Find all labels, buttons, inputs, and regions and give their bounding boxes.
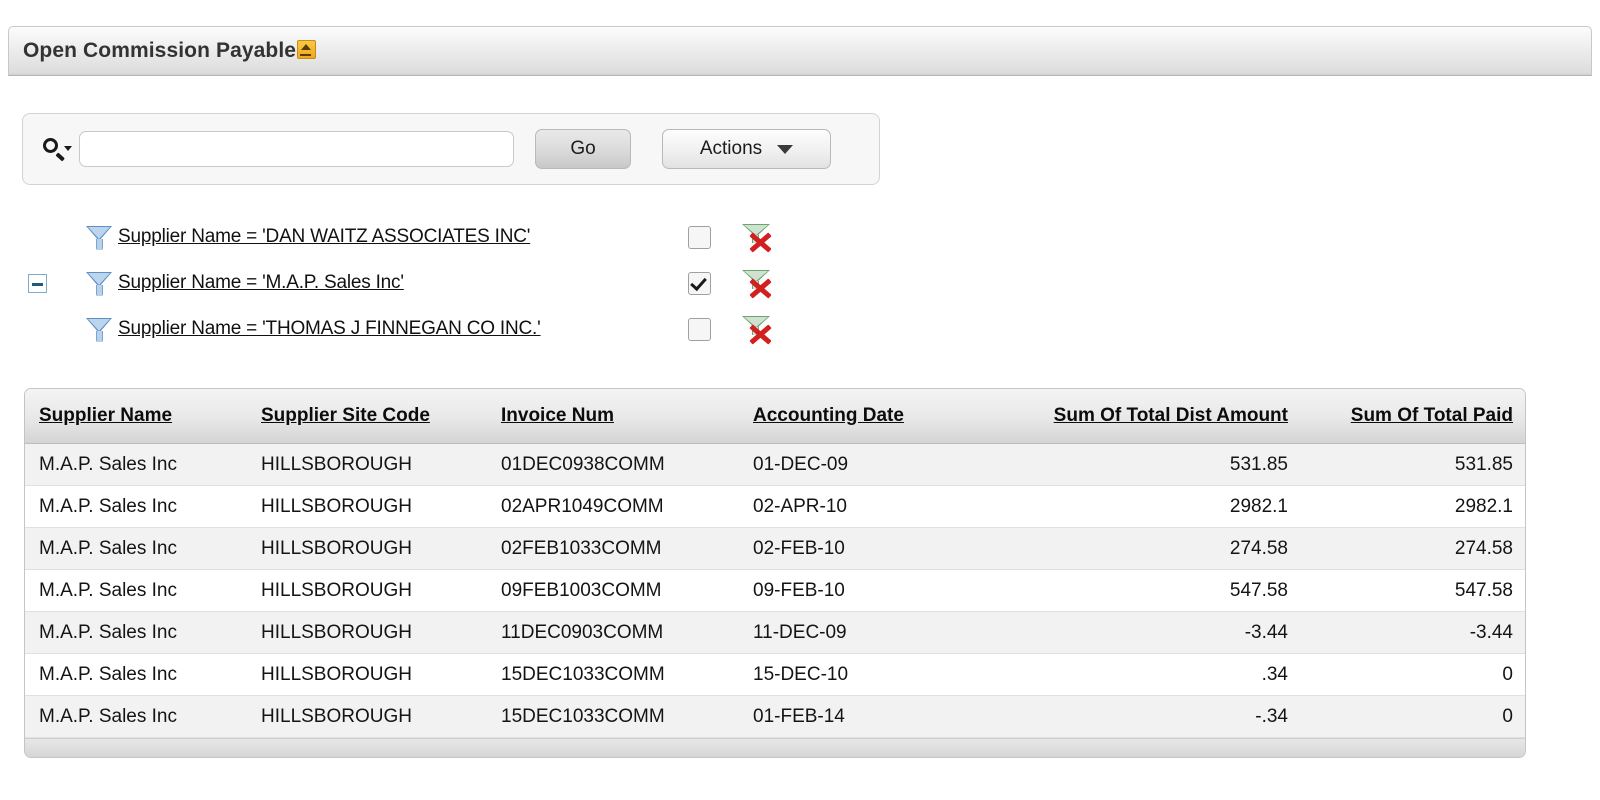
column-header-label: Invoice Num xyxy=(501,405,614,426)
table-cell: M.A.P. Sales Inc xyxy=(25,569,247,612)
report-table-container: Supplier Name Supplier Site Code Invoice N… xyxy=(24,388,1526,758)
column-header-1[interactable]: Supplier Site Code xyxy=(247,389,487,444)
table-cell: 09-FEB-10 xyxy=(739,569,982,612)
table-cell: 11DEC0903COMM xyxy=(487,611,739,654)
filter-label[interactable]: Supplier Name = 'DAN WAITZ ASSOCIATES IN… xyxy=(118,226,530,248)
filter-list: Supplier Name = 'DAN WAITZ ASSOCIATES IN… xyxy=(22,214,822,352)
table-cell: HILLSBOROUGH xyxy=(247,443,487,486)
filter-row: Supplier Name = 'THOMAS J FINNEGAN CO IN… xyxy=(22,306,822,352)
column-header-3[interactable]: Accounting Date xyxy=(739,389,982,444)
column-header-5[interactable]: Sum Of Total Paid xyxy=(1302,389,1525,444)
table-cell: 02-FEB-10 xyxy=(739,527,982,570)
filter-label[interactable]: Supplier Name = 'THOMAS J FINNEGAN CO IN… xyxy=(118,318,541,340)
table-cell: 01-FEB-14 xyxy=(739,695,982,738)
table-cell: 02-APR-10 xyxy=(739,485,982,528)
filter-enable-checkbox[interactable] xyxy=(688,317,711,341)
filter-row: Supplier Name = 'DAN WAITZ ASSOCIATES IN… xyxy=(22,214,822,260)
chevron-down-icon xyxy=(777,144,794,154)
table-cell: 0 xyxy=(1302,653,1525,696)
table-cell: HILLSBOROUGH xyxy=(247,485,487,528)
column-header-label: Sum Of Total Dist Amount xyxy=(1053,405,1288,426)
table-cell: HILLSBOROUGH xyxy=(247,653,487,696)
collapse-region-icon[interactable] xyxy=(297,40,317,59)
magnifier-circle xyxy=(43,138,58,153)
remove-filter-icon[interactable] xyxy=(740,313,774,345)
table-cell: -.34 xyxy=(982,695,1302,738)
table-cell: 2982.1 xyxy=(1302,485,1525,528)
table-cell: M.A.P. Sales Inc xyxy=(25,527,247,570)
table-row: M.A.P. Sales Inc HILLSBOROUGH 15DEC1033COM… xyxy=(25,695,1525,738)
filter-enable-checkbox[interactable] xyxy=(688,271,711,295)
go-button[interactable]: Go xyxy=(535,129,631,169)
remove-filter-icon[interactable] xyxy=(740,267,774,299)
table-cell: .34 xyxy=(982,653,1302,696)
table-cell: HILLSBOROUGH xyxy=(247,695,487,738)
column-header-label: Sum Of Total Paid xyxy=(1350,405,1513,426)
table-cell: 15-DEC-10 xyxy=(739,653,982,696)
expand-collapse-toggle[interactable] xyxy=(28,273,47,293)
remove-filter-icon[interactable] xyxy=(740,221,774,253)
actions-button-label: Actions xyxy=(699,138,763,159)
table-cell: 15DEC1033COMM xyxy=(487,653,739,696)
table-row: M.A.P. Sales Inc HILLSBOROUGH 02APR1049COM… xyxy=(25,485,1525,528)
table-cell: 547.58 xyxy=(1302,569,1525,612)
column-header-label: Supplier Site Code xyxy=(261,405,430,426)
actions-button[interactable]: Actions xyxy=(662,129,831,169)
column-header-label: Supplier Name xyxy=(39,405,173,426)
search-input[interactable] xyxy=(79,131,514,167)
table-cell: 01DEC0938COMM xyxy=(487,443,739,486)
funnel-icon xyxy=(84,268,114,298)
table-cell: 547.58 xyxy=(982,569,1302,612)
table-header-row: Supplier Name Supplier Site Code Invoice N… xyxy=(25,389,1525,444)
filter-enable-checkbox[interactable] xyxy=(688,225,711,249)
filter-row: Supplier Name = 'M.A.P. Sales Inc' xyxy=(22,260,822,306)
report-footer xyxy=(25,738,1525,757)
table-cell: -3.44 xyxy=(982,611,1302,654)
table-cell: M.A.P. Sales Inc xyxy=(25,653,247,696)
table-cell: 09FEB1003COMM xyxy=(487,569,739,612)
table-cell: 15DEC1033COMM xyxy=(487,695,739,738)
report-table: Supplier Name Supplier Site Code Invoice N… xyxy=(25,389,1525,738)
table-row: M.A.P. Sales Inc HILLSBOROUGH 02FEB1033COM… xyxy=(25,527,1525,570)
table-row: M.A.P. Sales Inc HILLSBOROUGH 09FEB1003COM… xyxy=(25,569,1525,612)
table-cell: M.A.P. Sales Inc xyxy=(25,443,247,486)
column-header-label: Accounting Date xyxy=(753,405,904,426)
table-cell: 531.85 xyxy=(982,443,1302,486)
table-cell: -3.44 xyxy=(1302,611,1525,654)
table-body: M.A.P. Sales Inc HILLSBOROUGH 01DEC0938COM… xyxy=(25,443,1525,738)
table-cell: 2982.1 xyxy=(982,485,1302,528)
table-row: M.A.P. Sales Inc HILLSBOROUGH 11DEC0903COM… xyxy=(25,611,1525,654)
table-cell: 01-DEC-09 xyxy=(739,443,982,486)
table-cell: 274.58 xyxy=(1302,527,1525,570)
magnifier-handle xyxy=(55,152,65,162)
table-cell: 11-DEC-09 xyxy=(739,611,982,654)
region-title-text: Open Commission Payable xyxy=(23,39,297,62)
search-icon[interactable] xyxy=(39,135,73,163)
table-cell: HILLSBOROUGH xyxy=(247,569,487,612)
table-cell: M.A.P. Sales Inc xyxy=(25,485,247,528)
column-header-0[interactable]: Supplier Name xyxy=(25,389,247,444)
table-cell: 02APR1049COMM xyxy=(487,485,739,528)
table-header: Supplier Name Supplier Site Code Invoice N… xyxy=(25,389,1525,444)
table-cell: M.A.P. Sales Inc xyxy=(25,695,247,738)
search-toolbar: Go Actions xyxy=(22,113,880,185)
region-header: Open Commission Payable xyxy=(8,26,1592,76)
report-region: Open Commission Payable xyxy=(8,26,1592,76)
table-cell: 0 xyxy=(1302,695,1525,738)
funnel-icon xyxy=(84,222,114,252)
table-cell: M.A.P. Sales Inc xyxy=(25,611,247,654)
table-cell: HILLSBOROUGH xyxy=(247,527,487,570)
table-cell: 531.85 xyxy=(1302,443,1525,486)
column-header-4[interactable]: Sum Of Total Dist Amount xyxy=(982,389,1302,444)
filter-label[interactable]: Supplier Name = 'M.A.P. Sales Inc' xyxy=(118,272,404,294)
table-row: M.A.P. Sales Inc HILLSBOROUGH 01DEC0938COM… xyxy=(25,443,1525,486)
page-title: Open Commission Payable xyxy=(9,39,317,63)
column-header-2[interactable]: Invoice Num xyxy=(487,389,739,444)
funnel-icon xyxy=(84,314,114,344)
table-cell: HILLSBOROUGH xyxy=(247,611,487,654)
table-cell: 02FEB1033COMM xyxy=(487,527,739,570)
table-cell: 274.58 xyxy=(982,527,1302,570)
chevron-down-icon xyxy=(64,146,72,151)
table-row: M.A.P. Sales Inc HILLSBOROUGH 15DEC1033COM… xyxy=(25,653,1525,696)
